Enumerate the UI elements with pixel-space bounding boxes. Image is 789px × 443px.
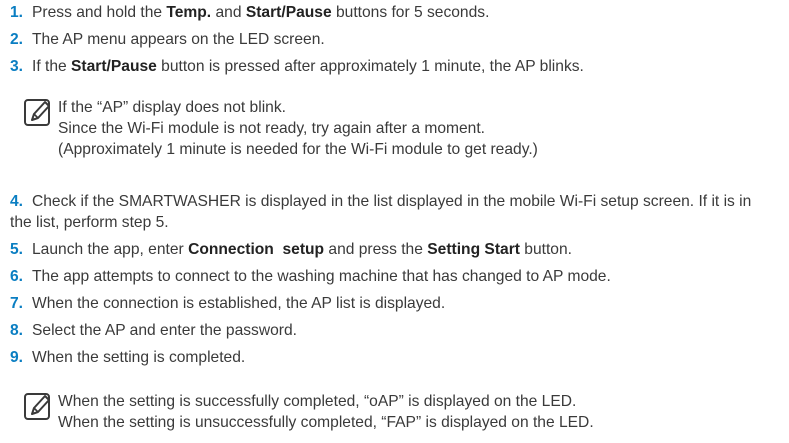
step-number: 2. — [10, 31, 24, 48]
button-name-start-pause: Start/Pause — [245, 4, 332, 21]
step-number: 1. — [10, 4, 24, 21]
note-pencil-icon — [24, 393, 50, 420]
menu-name-connection-setup: Connection setup — [188, 241, 325, 258]
step-text: Select the AP and enter the password. — [32, 322, 297, 339]
note-setting-result: When the setting is successfully complet… — [24, 391, 778, 433]
note-line: If the “AP” display does not blink. — [58, 99, 286, 116]
instruction-document: 1. Press and hold the Temp. and Start/Pa… — [0, 0, 789, 443]
note-line: When the setting is successfully complet… — [58, 393, 577, 410]
note-line: When the setting is unsuccessfully compl… — [58, 414, 594, 431]
step-text: Launch the app, enter Connection setup a… — [32, 241, 572, 258]
step-text: The app attempts to connect to the washi… — [32, 268, 611, 285]
button-name-start-pause: Start/Pause — [71, 58, 157, 75]
step-text: If the Start/Pause button is pressed aft… — [32, 58, 584, 75]
step-number: 7. — [10, 295, 24, 312]
step-text: When the setting is completed. — [32, 349, 246, 366]
note-line: (Approximately 1 minute is needed for th… — [58, 141, 538, 158]
step-text: The AP menu appears on the LED screen. — [32, 31, 325, 48]
note-line: Since the Wi-Fi module is not ready, try… — [58, 120, 485, 137]
step-text: Press and hold the Temp. and Start/Pause… — [32, 4, 490, 21]
step-number: 6. — [10, 268, 24, 285]
step-text: When the connection is established, the … — [32, 295, 446, 312]
button-name-setting-start: Setting Start — [427, 241, 520, 258]
note-ap-not-blinking: If the “AP” display does not blink. Sinc… — [24, 97, 778, 160]
step-number: 9. — [10, 349, 24, 366]
step-number: 5. — [10, 241, 24, 258]
button-name-temp: Temp. — [166, 4, 212, 21]
note-pencil-icon — [24, 99, 50, 126]
step-text: Check if the SMARTWASHER is displayed in… — [10, 193, 752, 231]
step-number: 3. — [10, 58, 24, 75]
step-number: 8. — [10, 322, 24, 339]
